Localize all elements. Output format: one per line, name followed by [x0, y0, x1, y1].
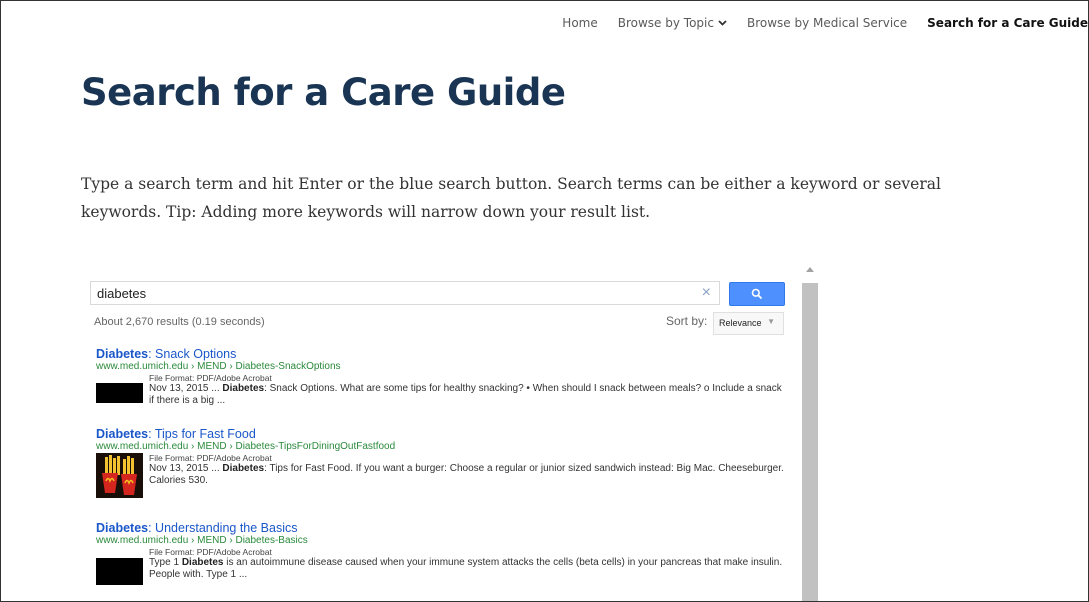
search-button[interactable]: [729, 282, 785, 306]
result-title-rest: : Snack Options: [148, 347, 237, 361]
scroll-up-arrow-icon[interactable]: [806, 267, 814, 272]
result-file-format: File Format: PDF/Adobe Acrobat: [149, 453, 272, 463]
result-file-format: File Format: PDF/Adobe Acrobat: [149, 547, 272, 557]
search-result: Diabetes: Understanding the Basics www.m…: [96, 521, 782, 587]
result-body: File Format: PDF/Adobe Acrobat Nov 13, 2…: [96, 453, 784, 498]
page-title: Search for a Care Guide: [81, 71, 566, 114]
search-box: ×: [90, 281, 720, 305]
nav-browse-by-medical-service[interactable]: Browse by Medical Service: [747, 16, 907, 30]
snippet-text: is an autoimmune disease caused when you…: [149, 557, 783, 580]
search-row: ×: [90, 281, 785, 306]
result-file-format: File Format: PDF/Adobe Acrobat: [149, 373, 272, 383]
result-url: www.med.umich.edu › MEND › Diabetes-Tips…: [96, 441, 396, 452]
snippet-keyword: Diabetes: [222, 463, 265, 474]
result-snippet: Type 1 Diabetes is an autoimmune disease…: [149, 557, 789, 581]
result-body: File Format: PDF/Adobe Acrobat Nov 13, 2…: [96, 373, 782, 413]
result-title-link[interactable]: Diabetes: Understanding the Basics: [96, 521, 776, 535]
result-url: www.med.umich.edu › MEND › Diabetes-Basi…: [96, 535, 308, 546]
top-navigation: Home Browse by Topic Browse by Medical S…: [542, 15, 1088, 31]
search-result: Diabetes: Snack Options www.med.umich.ed…: [96, 347, 782, 413]
custom-search-widget: × About 2,670 results (0.19 seconds) Sor…: [90, 281, 820, 601]
sort-dropdown[interactable]: Relevance ▼: [713, 312, 784, 335]
nav-search-care-guide[interactable]: Search for a Care Guide: [927, 16, 1088, 30]
result-snippet: Nov 13, 2015 ... Diabetes: Tips for Fast…: [149, 463, 789, 487]
result-title-bold: Diabetes: [96, 427, 149, 441]
nav-home[interactable]: Home: [562, 16, 597, 30]
search-icon: [751, 288, 763, 300]
browser-viewport: Home Browse by Topic Browse by Medical S…: [0, 0, 1089, 602]
search-input[interactable]: [97, 285, 687, 301]
result-body: File Format: PDF/Adobe Acrobat Type 1 Di…: [96, 547, 782, 587]
snippet-keyword: Diabetes: [181, 557, 224, 568]
result-title-link[interactable]: Diabetes: Tips for Fast Food: [96, 427, 776, 441]
search-result: Diabetes: Tips for Fast Food www.med.umi…: [96, 427, 784, 498]
result-thumbnail[interactable]: [96, 558, 143, 585]
snippet-prefix: Type 1: [149, 557, 182, 568]
result-title-rest: : Understanding the Basics: [148, 521, 298, 535]
dropdown-arrow-icon: ▼: [767, 317, 775, 326]
nav-browse-by-topic[interactable]: Browse by Topic: [618, 16, 727, 30]
results-scrollbar[interactable]: [802, 267, 818, 601]
result-count: About 2,670 results (0.19 seconds): [94, 316, 265, 328]
snippet-keyword: Diabetes: [222, 383, 265, 394]
result-title-bold: Diabetes: [96, 521, 149, 535]
result-title-rest: : Tips for Fast Food: [148, 427, 256, 441]
result-snippet: Nov 13, 2015 ... Diabetes: Snack Options…: [149, 383, 789, 407]
result-thumbnail[interactable]: [96, 383, 143, 403]
snippet-prefix: Nov 13, 2015 ...: [149, 463, 223, 474]
fries-image[interactable]: [96, 453, 143, 498]
intro-text: Type a search term and hit Enter or the …: [81, 175, 941, 221]
result-url: www.med.umich.edu › MEND › Diabetes-Snac…: [96, 361, 341, 372]
sort-by-label: Sort by:: [666, 314, 708, 328]
nav-browse-by-topic-label: Browse by Topic: [617, 16, 714, 30]
scrollbar-thumb[interactable]: [802, 283, 818, 601]
fries-thumbnail-art: [96, 453, 143, 498]
sort-dropdown-value: Relevance: [719, 318, 762, 328]
chevron-down-icon: [718, 19, 727, 29]
result-title-link[interactable]: Diabetes: Snack Options: [96, 347, 776, 361]
result-title-bold: Diabetes: [96, 347, 149, 361]
close-icon[interactable]: ×: [702, 284, 711, 302]
snippet-prefix: Nov 13, 2015 ...: [149, 383, 223, 394]
